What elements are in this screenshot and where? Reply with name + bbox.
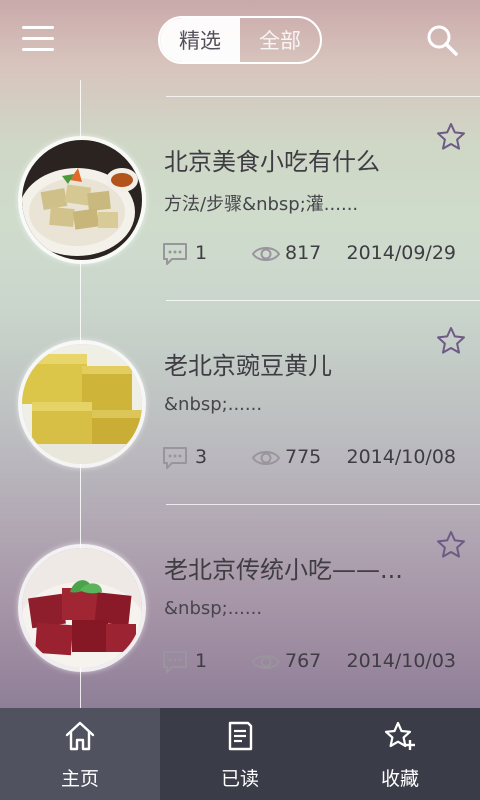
article-summary: 方法/步骤&nbsp;灌......: [164, 194, 359, 215]
view-count: 775: [285, 446, 322, 468]
comment-icon: [163, 243, 187, 265]
menu-icon-line: [22, 48, 54, 51]
publish-date: 2014/09/29: [346, 242, 456, 264]
eye-icon: [252, 451, 280, 465]
favorite-button[interactable]: [436, 530, 466, 560]
article-title[interactable]: 老北京豌豆黄儿: [164, 346, 332, 381]
comment-count: 3: [195, 446, 208, 468]
star-icon: [437, 327, 465, 354]
menu-icon-line: [22, 37, 54, 40]
star-icon: [437, 123, 465, 150]
eye-icon: [252, 655, 280, 669]
nav-home[interactable]: 主页: [0, 708, 160, 800]
search-icon: [427, 25, 458, 56]
segmented-tabs: 精选 全部: [158, 16, 322, 64]
food-image-fried-tofu: [22, 140, 142, 260]
publish-date: 2014/10/08: [346, 446, 456, 468]
divider: [166, 300, 480, 301]
article-card[interactable]: 老北京豌豆黄儿 &nbsp;...... 3 775 2014/10/08: [0, 300, 480, 504]
divider: [166, 504, 480, 505]
comment-icon: [163, 447, 187, 469]
view-count: 817: [285, 242, 322, 264]
article-summary: &nbsp;......: [164, 598, 263, 619]
article-thumbnail[interactable]: [18, 340, 146, 468]
nav-label: 已读: [220, 768, 259, 790]
search-button[interactable]: [424, 22, 460, 58]
article-title[interactable]: 老北京传统小吃——...: [164, 550, 403, 585]
star-add-icon: [384, 721, 415, 750]
comment-count: 1: [195, 242, 208, 264]
article-meta: 3 775 2014/10/08: [162, 444, 462, 474]
publish-date: 2014/10/03: [346, 650, 456, 672]
nav-label: 收藏: [380, 768, 419, 790]
tab-featured[interactable]: 精选: [160, 18, 240, 62]
article-title[interactable]: 北京美食小吃有什么: [164, 142, 380, 177]
top-bar: 精选 全部: [0, 0, 480, 80]
comment-icon: [163, 651, 187, 673]
menu-button[interactable]: [22, 26, 54, 54]
article-thumbnail[interactable]: [18, 544, 146, 672]
comment-count: 1: [195, 650, 208, 672]
tab-all[interactable]: 全部: [240, 18, 320, 62]
article-thumbnail[interactable]: [18, 136, 146, 264]
article-meta: 1 817 2014/09/29: [162, 240, 462, 270]
article-summary: &nbsp;......: [164, 394, 263, 415]
view-count: 767: [285, 650, 322, 672]
nav-favorites[interactable]: 收藏: [320, 708, 480, 800]
bottom-navigation: 主页 已读 收藏: [0, 708, 480, 800]
article-meta: 1 767 2014/10/03: [162, 648, 462, 678]
food-image-pea-cake: [22, 344, 142, 464]
eye-icon: [252, 247, 280, 261]
menu-icon-line: [22, 26, 54, 29]
nav-label: 主页: [60, 768, 99, 790]
divider: [166, 96, 480, 97]
star-icon: [437, 531, 465, 558]
food-image-red-bean-cake: [22, 548, 142, 668]
article-card[interactable]: 老北京传统小吃——... &nbsp;...... 1 767 2014/10/…: [0, 504, 480, 708]
home-icon: [65, 721, 95, 751]
nav-read[interactable]: 已读: [160, 708, 320, 800]
favorite-button[interactable]: [436, 326, 466, 356]
favorite-button[interactable]: [436, 122, 466, 152]
document-icon: [228, 721, 253, 751]
article-card[interactable]: 北京美食小吃有什么 方法/步骤&nbsp;灌...... 1 817 2014/…: [0, 96, 480, 300]
